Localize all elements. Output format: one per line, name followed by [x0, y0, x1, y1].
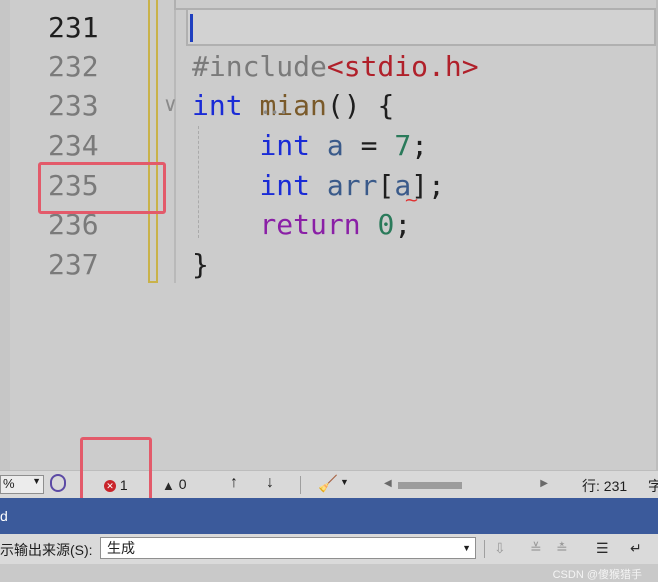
warning-count: 0: [178, 476, 187, 492]
clear-all-icon[interactable]: ☰: [596, 540, 609, 557]
line-number-gutter: 231 232 233 234 235 236 237: [10, 0, 148, 470]
code-token: int: [192, 89, 243, 122]
code-token: 0: [377, 208, 395, 241]
code-token: a: [326, 129, 344, 162]
code-token: arr: [326, 169, 378, 202]
highlight-box-line-235: [38, 162, 166, 214]
code-line[interactable]: return 0;: [192, 205, 411, 245]
find-message-icon[interactable]: ⇩: [494, 540, 506, 557]
code-token: #include: [192, 50, 327, 83]
code-token: =: [343, 129, 395, 162]
previous-message-icon[interactable]: ≚: [530, 540, 542, 557]
divider: [484, 540, 485, 558]
outlining-margin: [174, 0, 176, 283]
code-token: int: [259, 169, 311, 202]
warning-icon: ▲: [162, 477, 175, 493]
code-line[interactable]: int a = 7;: [192, 126, 428, 166]
scroll-right-icon[interactable]: ▶: [540, 478, 548, 489]
code-line[interactable]: }: [192, 245, 209, 285]
line-number: 237: [48, 248, 99, 281]
code-token: int: [259, 129, 311, 162]
code-token: () {: [326, 89, 395, 122]
chevron-down-icon[interactable]: ▼: [340, 477, 349, 487]
code-token: 7: [394, 129, 412, 162]
zoom-dropdown[interactable]: % ▼: [0, 475, 44, 494]
zoom-value: %: [3, 476, 15, 491]
intellicode-icon[interactable]: [50, 474, 66, 492]
change-tracking-bar: [148, 0, 158, 283]
next-message-icon[interactable]: ≛: [556, 540, 568, 557]
code-token: [: [377, 169, 395, 202]
output-source-value: 生成: [107, 540, 135, 556]
watermark: CSDN @傻猴猎手: [552, 569, 642, 581]
output-source-label: 示输出来源(S):: [0, 542, 93, 558]
code-token: <stdio.h>: [326, 50, 479, 83]
output-panel-title: d: [0, 508, 8, 524]
code-token: ;: [394, 208, 412, 241]
output-source-select[interactable]: 生成 ▼: [100, 537, 476, 559]
collapse-chevron-icon[interactable]: ∨: [163, 92, 178, 116]
next-issue-arrow-icon[interactable]: ↓: [266, 474, 274, 492]
encoding-indicator[interactable]: 字: [648, 476, 658, 496]
editor-left-margin: [0, 0, 10, 470]
output-panel-toolbar: 示输出来源(S): 生成 ▼ ⇩ ≚ ≛ ☰ ↵: [0, 534, 658, 564]
scrollbar-thumb[interactable]: [398, 482, 462, 489]
quick-action-dots-icon[interactable]: •••: [262, 106, 289, 120]
code-cleanup-broom-icon[interactable]: 🧹: [318, 474, 338, 494]
code-token: ;: [411, 129, 429, 162]
line-number: 231: [48, 11, 99, 44]
code-token: return: [259, 208, 361, 241]
line-number: 233: [48, 89, 99, 122]
text-caret: [190, 14, 193, 42]
current-line-highlight: [186, 8, 656, 46]
code-token: }: [192, 248, 209, 281]
panel-content: CSDN @傻猴猎手: [0, 564, 658, 582]
code-line[interactable]: #include<stdio.h>: [192, 47, 479, 87]
chevron-down-icon: ▼: [32, 476, 41, 486]
cursor-position[interactable]: 行: 231: [582, 476, 627, 496]
output-panel-header: d: [0, 498, 658, 534]
divider: [300, 476, 301, 494]
chevron-down-icon: ▼: [462, 543, 471, 553]
warning-count-button[interactable]: ▲ 0: [162, 476, 187, 493]
word-wrap-icon[interactable]: ↵: [630, 540, 642, 557]
error-squiggle-icon[interactable]: ~: [404, 190, 419, 211]
scroll-left-icon[interactable]: ◀: [384, 478, 392, 489]
line-number: 232: [48, 50, 99, 83]
code-editor[interactable]: 231 232 233 234 235 236 237 ∨ #include<s…: [0, 0, 658, 470]
horizontal-scrollbar[interactable]: ◀ ▶: [380, 478, 552, 492]
code-line[interactable]: int mian() {: [192, 86, 394, 126]
line-number: 234: [48, 129, 99, 162]
previous-issue-arrow-icon[interactable]: ↑: [230, 474, 238, 492]
